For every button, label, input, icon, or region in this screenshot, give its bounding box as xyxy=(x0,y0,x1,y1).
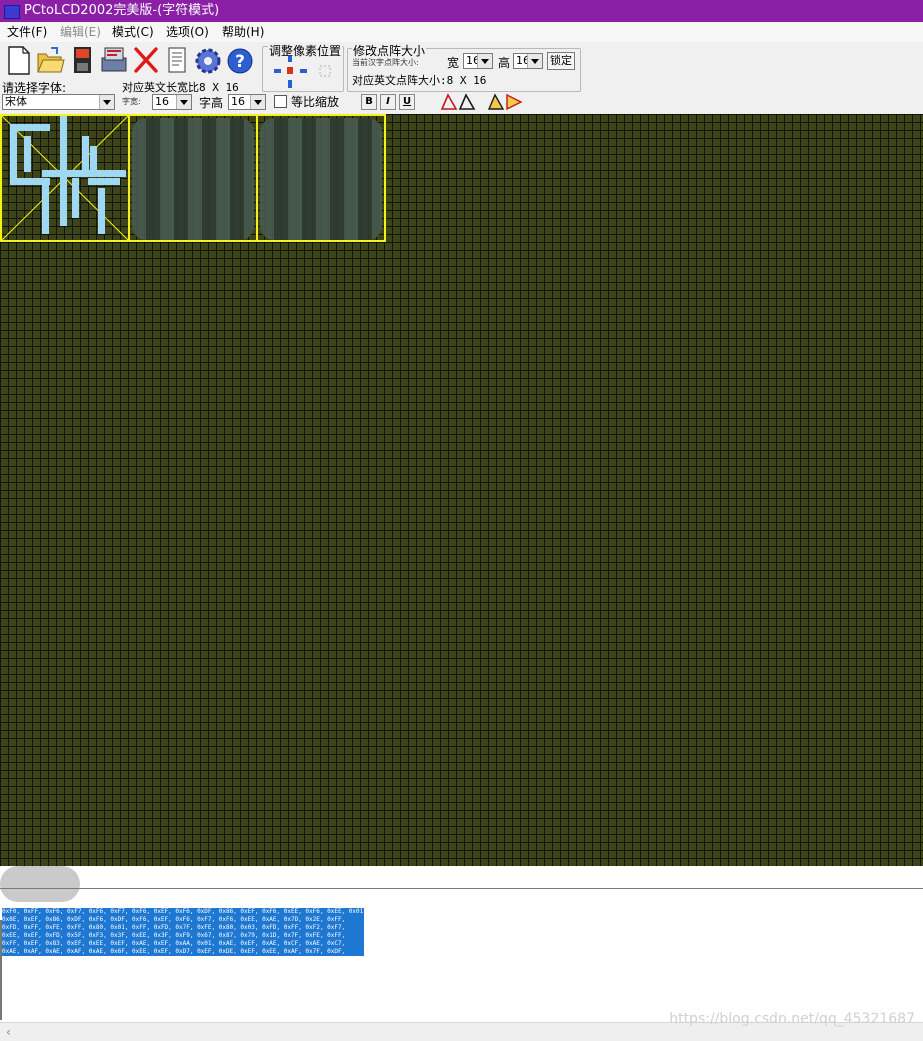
chevron-down-icon xyxy=(176,95,191,109)
watermark: https://blog.csdn.net/qq_45321687 xyxy=(669,1011,915,1027)
proportional-label: 等比缩放 xyxy=(291,95,340,109)
output-separator xyxy=(0,888,923,889)
chevron-down-icon xyxy=(477,54,492,68)
font-value: 宋体 xyxy=(5,95,27,108)
menu-mode[interactable]: 模式(C) xyxy=(112,22,154,42)
shift-up-icon[interactable] xyxy=(288,56,292,62)
redacted-blob xyxy=(0,866,80,902)
font-select[interactable]: 宋体 xyxy=(2,94,115,110)
rotate-left-icon[interactable] xyxy=(440,93,458,110)
flip-horizontal-icon[interactable] xyxy=(487,93,505,110)
help-question-icon[interactable]: ? xyxy=(225,44,255,76)
toolbar: ? 调整像素位置 修改点阵大小 当前汉字点阵大小: 宽 16 高 16 锁定 对… xyxy=(0,42,923,115)
chevron-down-icon xyxy=(527,54,542,68)
generate-data-icon[interactable] xyxy=(99,44,129,76)
app-icon xyxy=(4,5,20,19)
char-height-label: 字高 xyxy=(199,96,224,110)
char-width-select[interactable]: 16 xyxy=(152,94,192,110)
char-cell-1[interactable] xyxy=(0,114,130,242)
char-cell-3[interactable] xyxy=(256,114,386,242)
menu-options[interactable]: 选项(O) xyxy=(166,22,209,42)
pixel-shift-arrows xyxy=(274,56,331,88)
shift-reset-icon[interactable] xyxy=(319,65,331,77)
char-width-value: 16 xyxy=(155,95,169,108)
shift-down-icon[interactable] xyxy=(288,80,292,88)
redacted-glyph xyxy=(260,118,382,240)
shift-center-icon[interactable] xyxy=(287,67,293,74)
lock-button[interactable]: 锁定 xyxy=(547,52,575,70)
char-height-value: 16 xyxy=(231,95,245,108)
hex-line: 0xFF, 0xEF, 0x83, 0xEF, 0xEE, 0xEF, 0xAE… xyxy=(2,940,364,948)
scroll-left-icon[interactable]: ‹ xyxy=(6,1025,11,1039)
shift-left-icon[interactable] xyxy=(274,69,281,73)
hex-line: 0xF0, 0xFF, 0xF6, 0xF7, 0xF6, 0xF7, 0xF6… xyxy=(2,908,364,916)
en-size-label: 对应英文点阵大小:8 X 16 xyxy=(352,74,487,87)
notepad-icon[interactable] xyxy=(162,44,192,76)
window-title: PCtoLCD2002完美版-(字符模式) xyxy=(24,3,220,18)
char-cell-2[interactable] xyxy=(128,114,258,242)
menu-edit[interactable]: 编辑(E) xyxy=(60,22,101,42)
menu-file[interactable]: 文件(F) xyxy=(7,22,47,42)
italic-button[interactable]: I xyxy=(380,94,396,110)
height-select[interactable]: 16 xyxy=(513,53,543,69)
hex-line: 0xEE, 0xEF, 0xFD, 0x5F, 0xF3, 0x3F, 0xEE… xyxy=(2,932,364,940)
svg-text:?: ? xyxy=(235,52,245,72)
save-disk-icon[interactable] xyxy=(67,44,97,76)
chevron-down-icon xyxy=(99,95,114,109)
delete-icon[interactable] xyxy=(131,44,161,76)
flip-buttons xyxy=(487,93,523,111)
char-height-select[interactable]: 16 xyxy=(228,94,266,110)
new-file-icon[interactable] xyxy=(3,44,33,76)
menu-bar: 文件(F) 编辑(E) 模式(C) 选项(O) 帮助(H) xyxy=(0,22,923,42)
hex-output[interactable]: 0xF0, 0xFF, 0xF6, 0xF7, 0xF6, 0xF7, 0xF6… xyxy=(2,908,364,956)
rotate-right-icon[interactable] xyxy=(458,93,476,110)
menu-help[interactable]: 帮助(H) xyxy=(222,22,264,42)
chevron-down-icon xyxy=(250,95,265,109)
char-width-label: 字宽: xyxy=(122,97,141,106)
char-glyph-1 xyxy=(2,116,128,240)
width-select[interactable]: 16 xyxy=(463,53,493,69)
current-size-label: 当前汉字点阵大小: xyxy=(352,58,419,67)
shift-right-icon[interactable] xyxy=(300,69,307,73)
hex-line: 0x8E, 0xEF, 0x86, 0xDF, 0xF6, 0xDF, 0xF6… xyxy=(2,916,364,924)
bold-button[interactable]: B xyxy=(361,94,377,110)
settings-gear-icon[interactable] xyxy=(193,44,223,76)
rotate-buttons xyxy=(440,93,476,110)
open-folder-icon[interactable] xyxy=(35,44,65,76)
redacted-glyph xyxy=(132,118,254,240)
proportional-checkbox[interactable] xyxy=(274,95,287,108)
en-width-ratio: 对应英文长宽比8 X 16 xyxy=(122,81,239,94)
height-label: 高 xyxy=(498,56,511,70)
hex-line: 0xFD, 0xFF, 0xFE, 0xFF, 0x80, 0x01, 0xFF… xyxy=(2,924,364,932)
hex-line: 0xAE, 0xAF, 0xAE, 0xAF, 0xAE, 0x6F, 0xEE… xyxy=(2,948,364,956)
title-bar: PCtoLCD2002完美版-(字符模式) xyxy=(0,0,923,22)
width-label: 宽 xyxy=(447,56,460,70)
underline-button[interactable]: U xyxy=(399,94,415,110)
pixel-grid[interactable] xyxy=(0,114,923,866)
flip-vertical-icon[interactable] xyxy=(506,93,523,111)
